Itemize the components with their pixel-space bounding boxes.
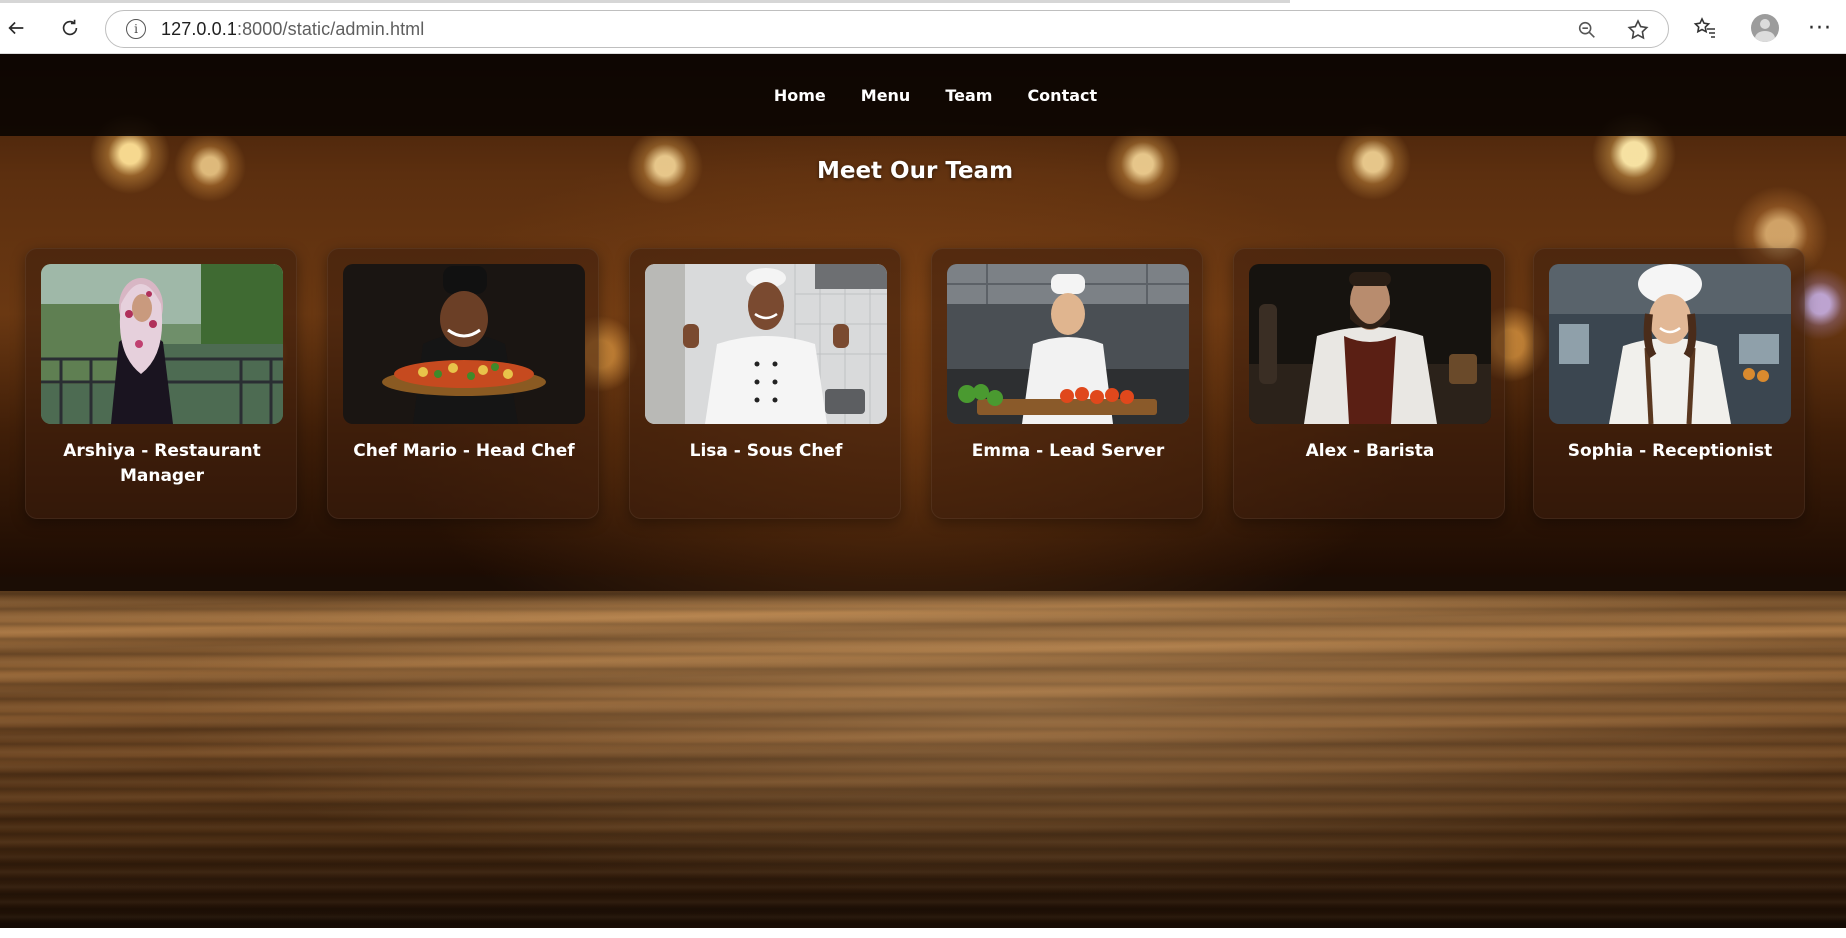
- team-card: Alex - Barista: [1233, 248, 1505, 519]
- team-member-photo: [41, 264, 283, 424]
- avatar[interactable]: [1751, 14, 1779, 42]
- nav-link-menu[interactable]: Menu: [861, 86, 911, 105]
- team-member-caption: Arshiya - Restaurant Manager: [63, 441, 261, 486]
- site-info-icon[interactable]: i: [126, 19, 146, 39]
- page-viewport: Home Menu Team Contact Meet Our Team Ars…: [0, 54, 1846, 928]
- team-member-photo: [1249, 264, 1491, 424]
- team-member-photo: [343, 264, 585, 424]
- url-host: 127.0.0.1: [161, 18, 237, 39]
- wooden-table-background: [0, 591, 1846, 928]
- team-card: Lisa - Sous Chef: [629, 248, 901, 519]
- nav-link-team[interactable]: Team: [945, 86, 992, 105]
- site-navbar: Home Menu Team Contact: [0, 54, 1846, 136]
- nav-link-home[interactable]: Home: [774, 86, 826, 105]
- team-member-caption: Sophia - Receptionist: [1567, 441, 1773, 461]
- team-member-photo: [947, 264, 1189, 424]
- window-bottom-edge: [0, 928, 1846, 938]
- team-member-caption: Chef Mario - Head Chef: [353, 441, 575, 461]
- tab-strip-edge: [0, 0, 1290, 3]
- favorite-star-icon[interactable]: [1626, 18, 1650, 46]
- team-card-grid: Arshiya - Restaurant Manager Chef Mario …: [25, 248, 1805, 519]
- more-icon[interactable]: ···: [1804, 12, 1836, 44]
- team-card: Chef Mario - Head Chef: [327, 248, 599, 519]
- zoom-out-icon[interactable]: [1576, 19, 1598, 45]
- team-member-photo: [1549, 264, 1791, 424]
- team-card: Emma - Lead Server: [931, 248, 1203, 519]
- back-arrow-icon[interactable]: [0, 12, 32, 44]
- profile-icon[interactable]: [1749, 12, 1781, 44]
- url-text[interactable]: 127.0.0.1:8000/static/admin.html: [161, 19, 424, 40]
- team-member-caption: Lisa - Sous Chef: [689, 441, 843, 461]
- team-member-caption: Emma - Lead Server: [971, 441, 1165, 461]
- favorites-icon[interactable]: [1689, 12, 1721, 44]
- nav-link-contact[interactable]: Contact: [1027, 86, 1097, 105]
- page-title: Meet Our Team: [816, 158, 1014, 184]
- team-card: Sophia - Receptionist: [1533, 248, 1805, 519]
- address-bar[interactable]: i 127.0.0.1:8000/static/admin.html: [105, 10, 1669, 48]
- browser-toolbar: i 127.0.0.1:8000/static/admin.html ···: [0, 0, 1846, 54]
- team-member-caption: Alex - Barista: [1305, 441, 1435, 461]
- reload-icon[interactable]: [54, 12, 86, 44]
- url-path: :8000/static/admin.html: [236, 18, 425, 39]
- team-card: Arshiya - Restaurant Manager: [25, 248, 297, 519]
- team-member-photo: [645, 264, 887, 424]
